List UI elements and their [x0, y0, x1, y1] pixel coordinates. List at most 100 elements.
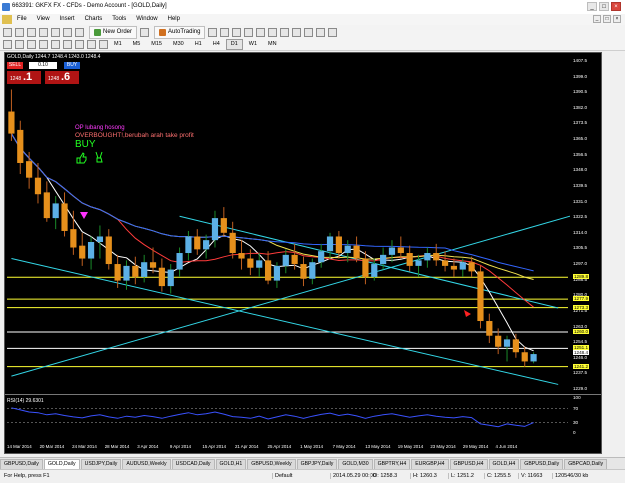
price-level-tag: 1277.9 [573, 296, 590, 302]
menu-file[interactable]: File [12, 14, 32, 25]
tab-gold-daily[interactable]: GOLD,Daily [43, 459, 80, 469]
rsi-separator [5, 394, 601, 395]
menu-window[interactable]: Window [131, 14, 162, 25]
buy-price[interactable]: 1248 .6 [45, 71, 79, 84]
rsi-tick-label: 0 [573, 430, 576, 435]
tab-audusd-weekly[interactable]: AUDUSD,Weekly [122, 459, 171, 469]
metaeditor-icon[interactable] [140, 27, 150, 37]
terminal-icon[interactable] [63, 27, 72, 37]
tab-gbpjpy-daily[interactable]: GBPJPY,Daily [296, 459, 338, 469]
tf-d1[interactable]: D1 [225, 39, 243, 50]
indicators-icon[interactable] [304, 27, 314, 37]
sell-button[interactable]: SELL [7, 62, 23, 69]
bar-chart-icon[interactable] [208, 27, 218, 37]
mdi-restore-icon[interactable]: □ [603, 15, 611, 23]
tab-gbptry-h4[interactable]: GBPTRY,H4 [373, 459, 411, 469]
title-bar: 663391: GKFX FX - CFDs - Demo Account - … [0, 0, 625, 15]
candle-body [486, 321, 493, 336]
tab-gold-m30[interactable]: GOLD,M30 [338, 459, 373, 469]
navigator-icon[interactable] [51, 27, 60, 37]
tester-icon[interactable] [75, 27, 84, 37]
tf-mn[interactable]: MN [263, 39, 282, 50]
menu-view[interactable]: View [32, 14, 55, 25]
market-watch-icon[interactable] [27, 27, 36, 37]
autoscroll-icon[interactable] [292, 27, 302, 37]
tab-gbpusd-h4[interactable]: GBPUSD,H4 [449, 459, 488, 469]
candle-body [326, 236, 334, 252]
tab-gold-h4[interactable]: GOLD,H4 [488, 459, 520, 469]
tf-w1[interactable]: W1 [244, 39, 262, 50]
menu-charts[interactable]: Charts [80, 14, 108, 25]
tab-usdjpy-daily[interactable]: USDJPY,Daily [80, 459, 122, 469]
date-tick-label: 19 May 2014 [397, 444, 424, 449]
window-title: 663391: GKFX FX - CFDs - Demo Account - … [12, 3, 167, 9]
menu-tools[interactable]: Tools [107, 14, 131, 25]
line-chart-icon[interactable] [232, 27, 242, 37]
price-chart-svg[interactable] [5, 53, 601, 453]
trendline-icon[interactable] [51, 40, 60, 49]
menu-insert[interactable]: Insert [55, 14, 80, 25]
cursor-icon[interactable] [3, 40, 12, 49]
menu-help[interactable]: Help [163, 14, 185, 25]
horizontal-line-icon[interactable] [39, 40, 48, 49]
arrow-icon[interactable] [99, 40, 108, 49]
crosshair-icon[interactable] [15, 40, 24, 49]
tab-gbpusd-weekly[interactable]: GBPUSD,Weekly [247, 459, 296, 469]
minimize-icon[interactable]: _ [587, 2, 597, 11]
mdi-minimize-icon[interactable]: _ [593, 15, 601, 23]
fibonacci-icon[interactable] [75, 40, 84, 49]
chart-window[interactable]: 1407.5 1399.0 1390.5 1382.0 1373.5 1365.0 1356… [4, 52, 602, 454]
candle-body [141, 262, 148, 277]
new-chart-icon[interactable] [3, 27, 12, 37]
peace-hand-icon [95, 151, 103, 163]
candle-body [176, 253, 183, 270]
candle-body [87, 241, 95, 259]
tab-gbpusd-daily-2[interactable]: GBPUSD,Daily [520, 459, 564, 469]
tile-windows-icon[interactable] [268, 27, 278, 37]
tab-gold-h1[interactable]: GOLD,H1 [215, 459, 247, 469]
mdi-icon[interactable] [2, 15, 12, 24]
candle-body [273, 265, 281, 281]
candle-body [194, 236, 201, 250]
periods-icon[interactable] [316, 27, 326, 37]
tf-m30[interactable]: M30 [168, 39, 189, 50]
sell-price[interactable]: 1248 .1 [7, 71, 41, 84]
price-level-tag: 1289.8 [573, 274, 590, 280]
zoom-in-icon[interactable] [244, 27, 254, 37]
chart-note-buy: BUY [75, 139, 96, 150]
tab-eurgbp-h4[interactable]: EURGBP,H4 [411, 459, 449, 469]
tf-m5[interactable]: M5 [128, 39, 146, 50]
date-tick-label: 7 May 2014 [332, 444, 356, 449]
tab-gbpusd-daily[interactable]: GBPUSD,Daily [0, 459, 43, 469]
autotrading-button[interactable]: AutoTrading [154, 25, 206, 39]
tab-gbpcad-daily[interactable]: GBPCAD,Daily [564, 459, 608, 469]
templates-icon[interactable] [328, 27, 338, 37]
profiles-icon[interactable] [15, 27, 24, 37]
chart-shift-icon[interactable] [280, 27, 290, 37]
candle-body [362, 258, 369, 277]
tf-m1[interactable]: M1 [109, 39, 127, 50]
zoom-out-icon[interactable] [256, 27, 266, 37]
text-icon[interactable] [87, 40, 96, 49]
candle-body [96, 236, 104, 242]
candlestick-icon[interactable] [220, 27, 230, 37]
close-icon[interactable]: × [611, 2, 621, 11]
mdi-close-icon[interactable]: × [613, 15, 621, 23]
tf-h4[interactable]: H4 [208, 39, 225, 50]
price-tick-label: 1297.0 [573, 261, 588, 267]
tf-h1[interactable]: H1 [190, 39, 207, 50]
moving-average-13 [10, 133, 534, 308]
sell-price-prefix: 1248 [10, 76, 22, 82]
tf-m15[interactable]: M15 [146, 39, 167, 50]
buy-button[interactable]: BUY [64, 62, 80, 69]
channel-icon[interactable] [63, 40, 72, 49]
autotrading-icon [159, 28, 167, 36]
candle-body [185, 236, 192, 254]
new-order-button[interactable]: New Order [89, 25, 138, 39]
vertical-line-icon[interactable] [27, 40, 36, 49]
candle-body [415, 260, 422, 266]
data-window-icon[interactable] [39, 27, 48, 37]
maximize-icon[interactable]: □ [599, 2, 609, 11]
volume-input[interactable]: 0.10 [29, 62, 57, 69]
tab-usdcad-daily[interactable]: USDCAD,Daily [171, 459, 215, 469]
